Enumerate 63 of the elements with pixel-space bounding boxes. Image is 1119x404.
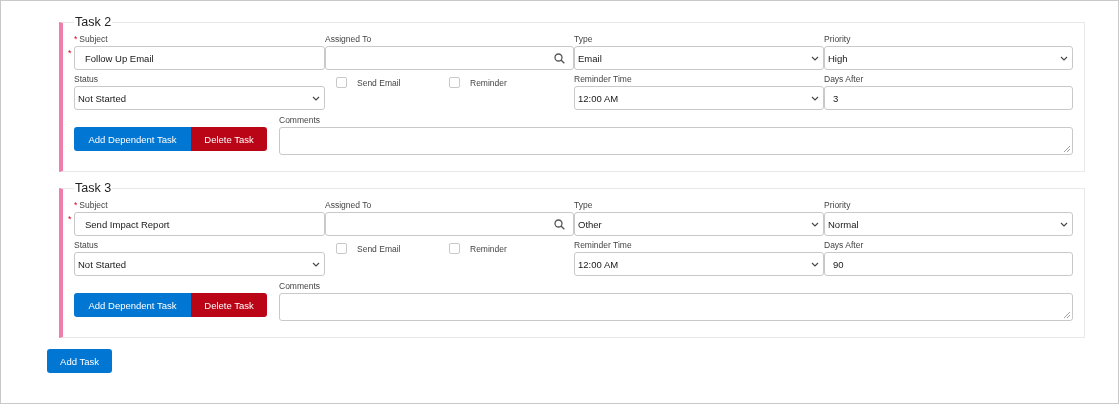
chevron-down-icon: [811, 221, 819, 227]
checkbox[interactable]: [449, 77, 460, 88]
subject-field[interactable]: Send Impact Report: [74, 212, 325, 236]
chevron-down-icon: [1060, 55, 1068, 61]
field-label: Reminder Time: [574, 240, 632, 250]
resize-grip-icon: [1064, 312, 1070, 318]
checkbox-label: Send Email: [357, 243, 401, 254]
field-label: Subject: [79, 34, 108, 44]
chevron-down-icon: [312, 95, 320, 101]
chevron-down-icon: [312, 261, 320, 267]
assigned-to-field[interactable]: [325, 212, 574, 236]
required-mark: *: [74, 34, 78, 44]
comments-field[interactable]: [279, 293, 1073, 321]
type-dropdown[interactable]: Other: [574, 212, 824, 236]
chevron-down-icon: [1060, 221, 1068, 227]
field-label: Assigned To: [325, 200, 372, 210]
add-dependent-task-button[interactable]: Add Dependent Task: [74, 127, 191, 151]
field-label: Priority: [824, 200, 851, 210]
checkbox[interactable]: [336, 77, 347, 88]
field-label: Type: [574, 34, 593, 44]
search-icon: [554, 218, 565, 230]
search-icon: [554, 52, 565, 64]
field-label: Status: [74, 74, 99, 84]
task-title: Task 2: [74, 15, 113, 29]
field-label: Reminder Time: [574, 74, 632, 84]
chevron-down-icon: [811, 55, 819, 61]
priority-dropdown[interactable]: High: [824, 46, 1073, 70]
add-task-button[interactable]: Add Task: [47, 349, 112, 373]
checkbox[interactable]: [336, 243, 347, 254]
field-label: Status: [74, 240, 99, 250]
field-label: Comments: [279, 281, 321, 291]
checkbox-label: Send Email: [357, 77, 401, 88]
reminder-time-dropdown[interactable]: 12:00 AM: [574, 252, 824, 276]
field-label: Subject: [79, 200, 108, 210]
checkbox-label: Reminder: [470, 77, 507, 88]
status-dropdown[interactable]: Not Started: [74, 252, 325, 276]
delete-task-button[interactable]: Delete Task: [191, 127, 267, 151]
days-after-field[interactable]: 3: [824, 86, 1073, 110]
required-mark: *: [74, 200, 78, 210]
field-label: Days After: [824, 240, 864, 250]
reminder-time-dropdown[interactable]: 12:00 AM: [574, 86, 824, 110]
required-mark: *: [68, 48, 72, 58]
days-after-field[interactable]: 90: [824, 252, 1073, 276]
field-label: Type: [574, 200, 593, 210]
chevron-down-icon: [811, 95, 819, 101]
field-label: Comments: [279, 115, 321, 125]
field-label: Priority: [824, 34, 851, 44]
delete-task-button[interactable]: Delete Task: [191, 293, 267, 317]
priority-dropdown[interactable]: Normal: [824, 212, 1073, 236]
comments-field[interactable]: [279, 127, 1073, 155]
resize-grip-icon: [1064, 146, 1070, 152]
add-dependent-task-button[interactable]: Add Dependent Task: [74, 293, 191, 317]
field-label: Days After: [824, 74, 864, 84]
task-title: Task 3: [74, 181, 113, 195]
subject-field[interactable]: Follow Up Email: [74, 46, 325, 70]
checkbox[interactable]: [449, 243, 460, 254]
field-label: Assigned To: [325, 34, 372, 44]
required-mark: *: [68, 214, 72, 224]
type-dropdown[interactable]: Email: [574, 46, 824, 70]
chevron-down-icon: [811, 261, 819, 267]
assigned-to-field[interactable]: [325, 46, 574, 70]
checkbox-label: Reminder: [470, 243, 507, 254]
status-dropdown[interactable]: Not Started: [74, 86, 325, 110]
